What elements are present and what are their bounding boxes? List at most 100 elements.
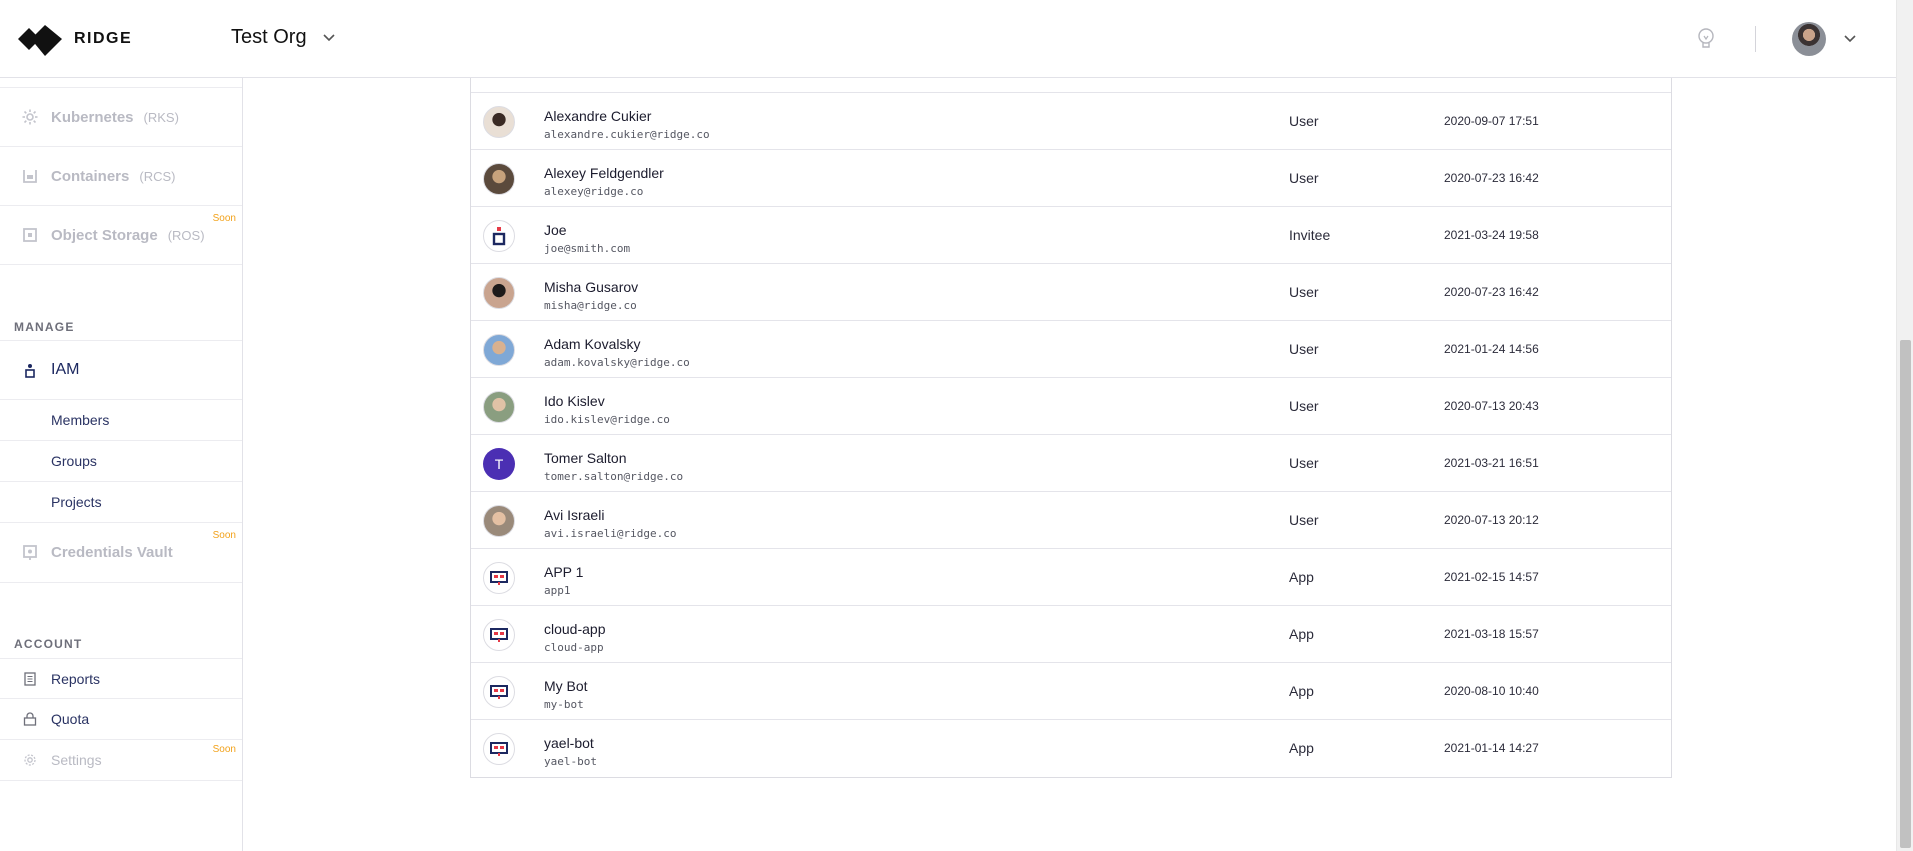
sidebar-item-credentials-vault[interactable]: Credentials Vault Soon [0,523,242,583]
member-name: Adam Kovalsky [544,336,641,352]
sidebar-item-label: Containers [51,167,130,185]
table-row[interactable]: Joe joe@smith.com Invitee 2021-03-24 19:58 [471,207,1671,264]
member-email: adam.kovalsky@ridge.co [544,356,690,369]
storage-icon [22,227,38,243]
member-email: ido.kislev@ridge.co [544,413,670,426]
sidebar-item-label: Groups [51,453,97,469]
avatar [483,391,515,423]
scrollbar-thumb[interactable] [1900,340,1911,848]
member-type: User [1289,113,1319,129]
chevron-down-icon [323,33,335,41]
sidebar-item-kubernetes[interactable]: Kubernetes (RKS) [0,88,242,147]
member-name: Alexandre Cukier [544,108,652,124]
table-row[interactable]: Misha Gusarov misha@ridge.co User 2020-07-2… [471,264,1671,321]
soon-badge: Soon [212,213,236,224]
member-email: app1 [544,584,571,597]
member-email: my-bot [544,698,584,711]
member-type: User [1289,170,1319,186]
member-type: User [1289,284,1319,300]
member-type: User [1289,341,1319,357]
sidebar-item-abbr: (RKS) [143,109,179,125]
members-table: Alexandre Cukier alexandre.cukier@ridge.c… [470,46,1672,778]
table-row[interactable]: Avi Israeli avi.israeli@ridge.co User 2020-… [471,492,1671,549]
container-icon [22,168,38,184]
member-name: Misha Gusarov [544,279,639,295]
member-date: 2020-07-13 20:43 [1444,399,1539,413]
member-email: avi.israeli@ridge.co [544,527,677,540]
sidebar-item-settings[interactable]: Settings Soon [0,740,242,781]
member-date: 2020-09-07 17:51 [1444,114,1539,128]
table-row[interactable]: T Tomer Salton tomer.salton@ridge.co User 20… [471,435,1671,492]
logo-text: RIDGE [74,30,133,47]
chevron-down-icon[interactable] [1844,35,1856,43]
table-row[interactable]: Ido Kislev ido.kislev@ridge.co User 2020-07… [471,378,1671,435]
lock-icon [22,711,38,727]
sidebar-item-label: IAM [51,361,80,378]
member-email: alexey@ridge.co [544,185,644,198]
sidebar-item-groups[interactable]: Groups [0,441,242,482]
member-email: misha@ridge.co [544,299,637,312]
org-selector[interactable]: Test Org [231,26,335,49]
sidebar-item-label: Reports [51,670,101,687]
sidebar-item-label: Projects [51,494,102,510]
vault-icon [22,544,38,561]
member-type: App [1289,683,1314,699]
lightbulb-icon[interactable] [1695,20,1717,58]
member-date: 2020-07-13 20:12 [1444,513,1539,527]
sidebar-item-iam[interactable]: IAM [0,340,242,400]
gear-icon [22,752,38,768]
sidebar-item-projects[interactable]: Projects [0,482,242,523]
member-email: joe@smith.com [544,242,631,255]
member-email: tomer.salton@ridge.co [544,470,684,483]
member-date: 2021-03-21 16:51 [1444,456,1539,470]
table-row[interactable]: My Bot my-bot App 2020-08-10 10:40 [471,663,1671,720]
avatar-initial: T [494,456,504,472]
sidebar-item-quota[interactable]: Quota [0,699,242,740]
table-row[interactable]: Alexey Feldgendler alexey@ridge.co User 202… [471,150,1671,207]
sidebar-item-label: Kubernetes [51,108,134,126]
document-icon [22,671,38,687]
top-header: RIDGE Test Org [0,0,1896,78]
sidebar-item-containers[interactable]: Containers (RCS) [0,147,242,206]
sidebar-item-object-storage[interactable]: Object Storage (ROS) Soon [0,206,242,265]
member-type: User [1289,512,1319,528]
member-date: 2020-08-10 10:40 [1444,684,1539,698]
member-name: cloud-app [544,621,606,637]
member-name: Avi Israeli [544,507,605,523]
member-date: 2021-01-14 14:27 [1444,741,1539,755]
person-icon [22,362,38,378]
table-row[interactable]: Adam Kovalsky adam.kovalsky@ridge.co User 2… [471,321,1671,378]
table-row[interactable]: Alexandre Cukier alexandre.cukier@ridge.c… [471,93,1671,150]
scrollbar[interactable] [1896,0,1913,851]
app-icon [483,733,515,765]
member-type: App [1289,626,1314,642]
avatar: T [483,448,515,480]
section-title-manage: MANAGE [14,320,75,334]
sidebar: Kubernetes (RKS) Containers (RCS) Object S… [0,78,243,851]
sidebar-item-reports[interactable]: Reports [0,658,242,699]
sidebar-item-abbr: (RCS) [139,168,176,184]
kubernetes-icon [22,109,38,125]
table-row[interactable]: yael-bot yael-bot App 2021-01-14 14:27 [471,720,1671,777]
sidebar-item-members[interactable]: Members [0,400,242,441]
avatar [483,334,515,366]
member-date: 2021-02-15 14:57 [1444,570,1539,584]
member-date: 2021-03-24 19:58 [1444,228,1539,242]
member-name: Tomer Salton [544,450,627,466]
ridge-logo[interactable]: RIDGE [18,20,132,58]
avatar [483,106,515,138]
sidebar-item-label: Quota [51,711,90,727]
soon-badge: Soon [212,530,236,541]
app-icon [483,676,515,708]
invitee-icon [483,220,515,252]
header-divider [1755,26,1756,52]
user-avatar[interactable] [1792,22,1826,56]
table-row[interactable]: cloud-app cloud-app App 2021-03-18 15:57 [471,606,1671,663]
table-row[interactable]: APP 1 app1 App 2021-02-15 14:57 [471,549,1671,606]
member-name: My Bot [544,678,588,694]
sidebar-item-label: Object Storage [51,226,158,244]
ridge-logo-icon [18,25,62,56]
member-type: User [1289,455,1319,471]
member-date: 2021-01-24 14:56 [1444,342,1539,356]
member-email: alexandre.cukier@ridge.co [544,128,710,141]
